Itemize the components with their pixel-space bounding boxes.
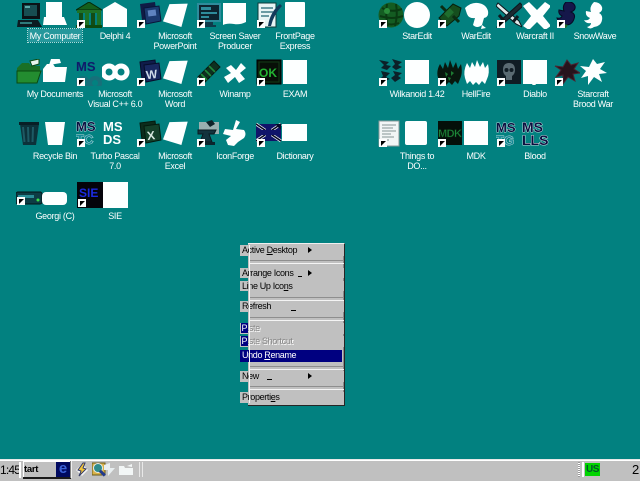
svg-text:MS: MS	[76, 59, 96, 74]
svg-text:DS: DS	[103, 132, 121, 147]
svg-text:LLS: LLS	[522, 132, 548, 147]
svg-text:X: X	[146, 128, 156, 143]
